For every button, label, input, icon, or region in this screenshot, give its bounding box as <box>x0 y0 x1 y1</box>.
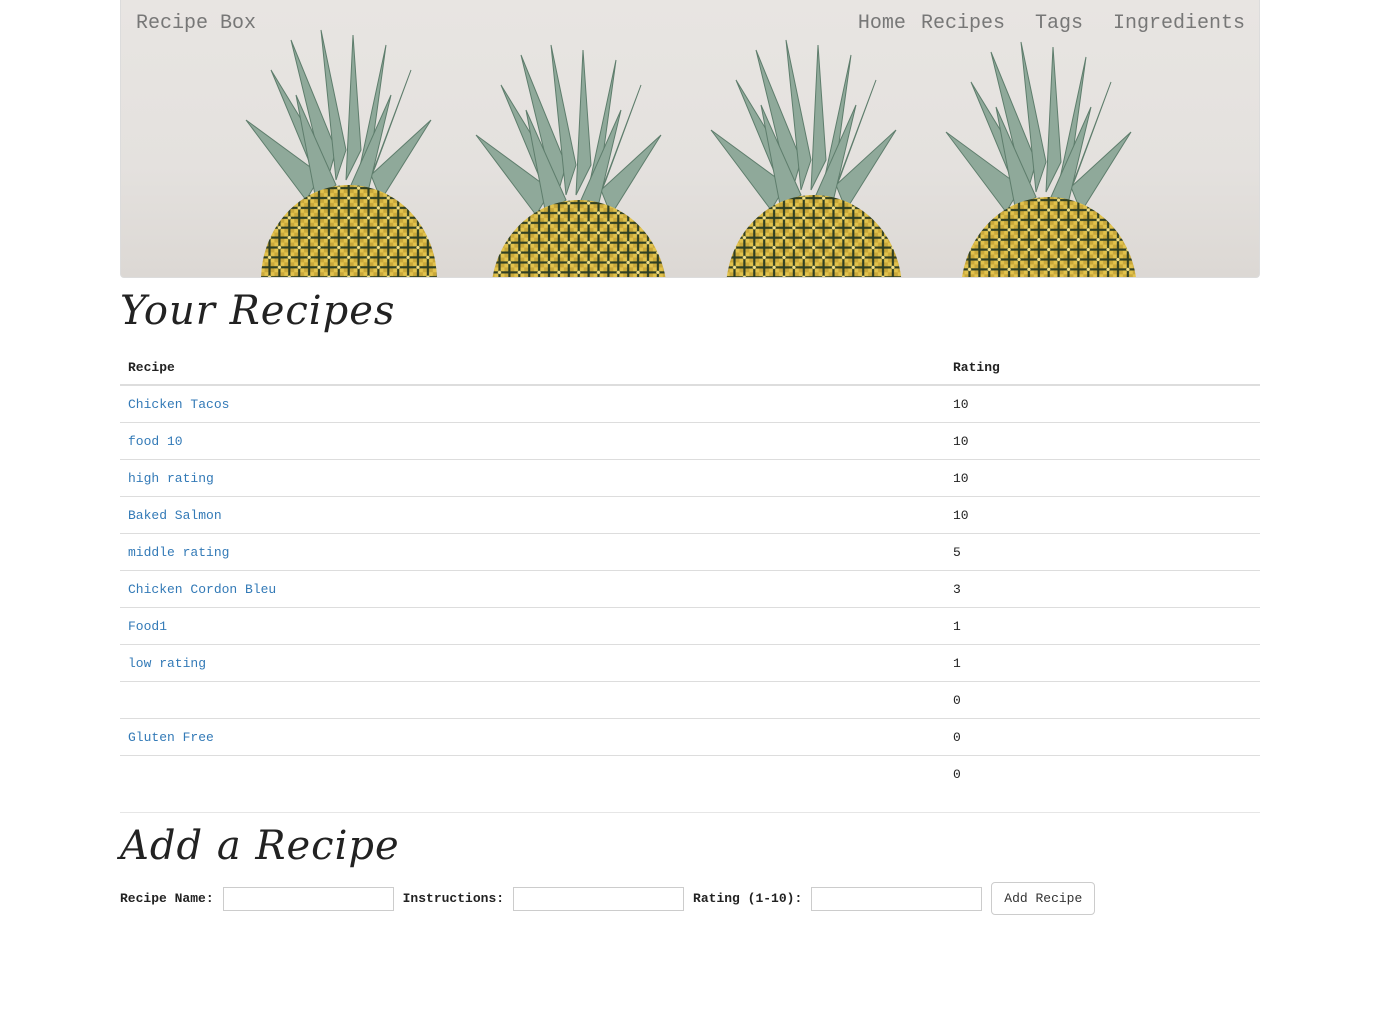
recipe-link[interactable]: Baked Salmon <box>128 508 222 523</box>
recipe-rating-cell: 0 <box>945 718 1260 756</box>
main-nav: Home Recipes Tags Ingredients <box>858 12 1245 35</box>
instructions-input[interactable] <box>513 886 685 911</box>
nav-ingredients-link[interactable]: Ingredients <box>1113 12 1245 35</box>
add-recipe-heading: Add a Recipe <box>120 823 400 869</box>
recipe-name-cell: Food1 <box>120 607 945 645</box>
recipes-table: Recipe Rating Chicken Tacos 10 food 10 1… <box>120 350 1260 792</box>
recipe-rating-cell: 10 <box>945 496 1260 534</box>
recipes-heading: Your Recipes <box>120 288 396 334</box>
recipe-name-cell: food 10 <box>120 422 945 460</box>
brand-link[interactable]: Recipe Box <box>136 12 256 35</box>
rating-label: Rating (1-10): <box>693 891 803 906</box>
recipe-rating-cell: 0 <box>945 755 1260 792</box>
recipe-rating-cell: 5 <box>945 533 1260 571</box>
pineapples-banner-image <box>245 29 1138 277</box>
table-row: Baked Salmon 10 <box>120 496 1260 534</box>
recipe-rating-cell: 0 <box>945 681 1260 719</box>
table-row: Food1 1 <box>120 607 1260 645</box>
table-row: food 10 10 <box>120 422 1260 460</box>
recipe-rating-cell: 1 <box>945 644 1260 682</box>
recipe-name-cell <box>120 681 945 719</box>
table-row: 0 <box>120 755 1260 792</box>
recipe-link[interactable]: food 10 <box>128 434 183 449</box>
table-row: middle rating 5 <box>120 533 1260 571</box>
recipe-rating-cell: 3 <box>945 570 1260 608</box>
recipe-link[interactable]: middle rating <box>128 545 229 560</box>
header-banner: Recipe Box Home Recipes Tags Ingredients <box>120 0 1260 278</box>
table-header-row: Recipe Rating <box>120 350 1260 386</box>
recipe-rating-cell: 10 <box>945 422 1260 460</box>
recipe-rating-cell: 1 <box>945 607 1260 645</box>
add-recipe-button[interactable]: Add Recipe <box>991 882 1096 915</box>
recipe-name-cell <box>120 755 945 792</box>
recipe-link[interactable]: Gluten Free <box>128 730 214 745</box>
page-container: Recipe Box Home Recipes Tags Ingredients… <box>120 0 1260 915</box>
recipe-name-cell: low rating <box>120 644 945 682</box>
column-header-rating: Rating <box>945 350 1260 386</box>
recipe-name-label: Recipe Name: <box>120 891 214 906</box>
recipe-rating-cell: 10 <box>945 459 1260 497</box>
nav-recipes-link[interactable]: Recipes <box>921 12 1005 35</box>
recipe-name-cell: Gluten Free <box>120 718 945 756</box>
recipe-link[interactable]: Chicken Tacos <box>128 397 229 412</box>
table-row: Chicken Tacos 10 <box>120 384 1260 423</box>
recipe-name-cell: Baked Salmon <box>120 496 945 534</box>
table-row: Gluten Free 0 <box>120 718 1260 756</box>
add-recipe-form: Recipe Name: Instructions: Rating (1-10)… <box>120 882 1096 915</box>
recipe-name-cell: high rating <box>120 459 945 497</box>
column-header-recipe: Recipe <box>120 350 945 386</box>
recipe-rating-cell: 10 <box>945 384 1260 423</box>
table-row: high rating 10 <box>120 459 1260 497</box>
table-row: 0 <box>120 681 1260 719</box>
nav-tags-link[interactable]: Tags <box>1035 12 1083 35</box>
nav-home-link[interactable]: Home <box>858 12 906 35</box>
section-divider <box>120 812 1260 813</box>
recipe-name-cell: middle rating <box>120 533 945 571</box>
instructions-label: Instructions: <box>402 891 505 906</box>
recipe-name-cell: Chicken Tacos <box>120 384 945 423</box>
table-row: low rating 1 <box>120 644 1260 682</box>
recipe-name-input[interactable] <box>222 886 394 911</box>
recipe-link[interactable]: low rating <box>128 656 206 671</box>
rating-input[interactable] <box>811 886 983 911</box>
recipe-link[interactable]: Chicken Cordon Bleu <box>128 582 276 597</box>
recipe-name-cell: Chicken Cordon Bleu <box>120 570 945 608</box>
recipe-link[interactable]: Food1 <box>128 619 167 634</box>
recipe-link[interactable]: high rating <box>128 471 214 486</box>
table-row: Chicken Cordon Bleu 3 <box>120 570 1260 608</box>
